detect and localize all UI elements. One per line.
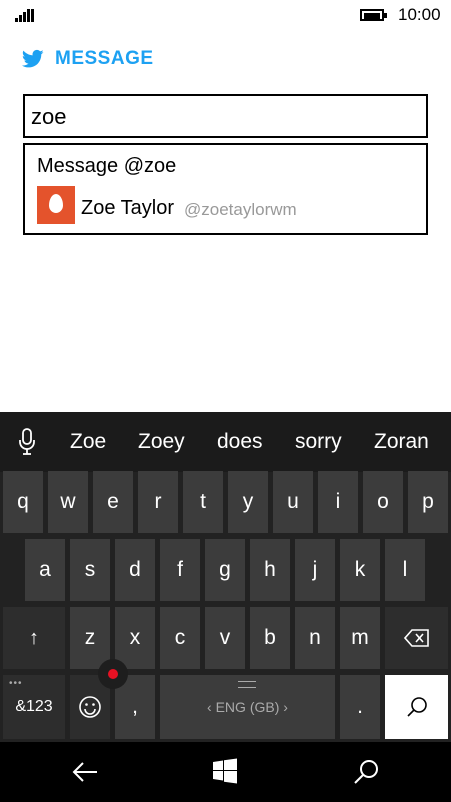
key-j[interactable]: j — [295, 539, 335, 601]
prediction-word[interactable]: sorry — [295, 430, 342, 454]
backspace-icon — [403, 629, 429, 647]
prediction-bar: Zoe Zoey does sorry Zoran — [0, 412, 451, 472]
twitter-bird-icon — [22, 49, 44, 68]
status-time: 10:00 — [398, 5, 441, 24]
shift-key[interactable]: ↑ — [3, 607, 65, 669]
key-m[interactable]: m — [340, 607, 380, 669]
key-x[interactable]: x — [115, 607, 155, 669]
key-o[interactable]: o — [363, 471, 403, 533]
user-suggestion-name[interactable]: Zoe Taylor — [81, 197, 174, 220]
key-b[interactable]: b — [250, 607, 290, 669]
key-c[interactable]: c — [160, 607, 200, 669]
key-h[interactable]: h — [250, 539, 290, 601]
search-key[interactable] — [385, 675, 448, 739]
key-s[interactable]: s — [70, 539, 110, 601]
cursor-control[interactable] — [98, 659, 128, 689]
key-f[interactable]: f — [160, 539, 200, 601]
suggestions-list: Message @zoe Zoe Taylor @zoetaylorwm — [23, 143, 428, 235]
battery-icon — [360, 9, 387, 21]
microphone-icon[interactable] — [17, 428, 37, 456]
avatar[interactable] — [37, 186, 75, 224]
status-bar: 10:00 — [0, 0, 451, 32]
prediction-word[interactable]: does — [217, 430, 263, 454]
key-y[interactable]: y — [228, 471, 268, 533]
key-k[interactable]: k — [340, 539, 380, 601]
key-w[interactable]: w — [48, 471, 88, 533]
emoji-icon — [79, 696, 101, 718]
key-i[interactable]: i — [318, 471, 358, 533]
search-icon[interactable] — [352, 758, 380, 786]
language-label: ‹ ENG (GB) › — [207, 699, 288, 715]
key-q[interactable]: q — [3, 471, 43, 533]
key-e[interactable]: e — [93, 471, 133, 533]
key-u[interactable]: u — [273, 471, 313, 533]
search-icon — [406, 697, 427, 717]
key-t[interactable]: t — [183, 471, 223, 533]
key-p[interactable]: p — [408, 471, 448, 533]
key-z[interactable]: z — [70, 607, 110, 669]
message-suggestion[interactable]: Message @zoe — [37, 155, 176, 178]
key-a[interactable]: a — [25, 539, 65, 601]
search-input-value: zoe — [31, 104, 67, 129]
signal-bars-icon — [15, 8, 35, 22]
search-input[interactable]: zoe — [23, 94, 428, 138]
period-key[interactable]: . — [340, 675, 380, 739]
prediction-word[interactable]: Zoe — [70, 430, 106, 454]
spacebar-handle — [238, 681, 256, 688]
key-v[interactable]: v — [205, 607, 245, 669]
key-dots: ••• — [9, 678, 23, 689]
windows-logo-icon[interactable] — [212, 758, 238, 784]
key-r[interactable]: r — [138, 471, 178, 533]
key-l[interactable]: l — [385, 539, 425, 601]
numbers-key[interactable]: ••• &123 — [3, 675, 65, 739]
key-d[interactable]: d — [115, 539, 155, 601]
space-key[interactable]: ‹ ENG (GB) › — [160, 675, 335, 739]
page-title: MESSAGE — [55, 48, 154, 69]
key-n[interactable]: n — [295, 607, 335, 669]
navigation-bar — [0, 742, 451, 802]
back-arrow-icon[interactable] — [71, 758, 99, 786]
numbers-key-label: &123 — [15, 698, 53, 715]
keyboard: Zoe Zoey does sorry Zoran q w e r t y u … — [0, 412, 451, 742]
egg-icon — [49, 194, 63, 213]
prediction-word[interactable]: Zoey — [138, 430, 185, 454]
key-g[interactable]: g — [205, 539, 245, 601]
prediction-word[interactable]: Zoran — [374, 430, 429, 454]
backspace-key[interactable] — [385, 607, 448, 669]
user-suggestion-handle[interactable]: @zoetaylorwm — [184, 200, 297, 220]
